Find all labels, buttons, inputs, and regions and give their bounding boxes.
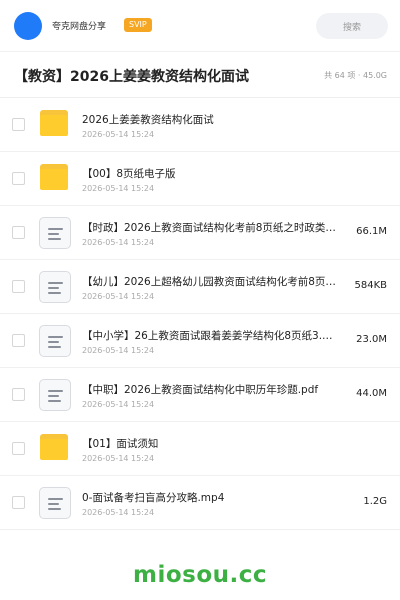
file-date: 2026-05-14 15:24 [82, 508, 155, 517]
folder-title-row: 【教资】2026上姜姜教资结构化面试 共 64 项 · 45.0G [0, 52, 400, 98]
document-icon [39, 379, 71, 411]
folder-meta: 共 64 项 · 45.0G [324, 71, 387, 80]
file-date: 2026-05-14 15:24 [82, 346, 155, 355]
select-checkbox[interactable] [12, 442, 25, 455]
file-name: 【时政】2026上教资面试结构化考前8页纸之时政类… [82, 222, 336, 234]
file-row[interactable]: 【中小学】26上教资面试跟着姜姜学结构化8页纸3.… 2026-05-14 15:… [0, 314, 400, 368]
select-checkbox[interactable] [12, 334, 25, 347]
file-date: 2026-05-14 15:24 [82, 184, 155, 193]
document-icon [39, 271, 71, 303]
select-checkbox[interactable] [12, 226, 25, 239]
select-checkbox[interactable] [12, 172, 25, 185]
file-name: 【中职】2026上教资面试结构化中职历年珍题.pdf [82, 384, 319, 396]
page-title: 【教资】2026上姜姜教资结构化面试 [14, 69, 249, 85]
file-date: 2026-05-14 15:24 [82, 400, 155, 409]
file-list: 2026上姜姜教资结构化面试 2026-05-14 15:24 【00】8页纸电子版… [0, 98, 400, 530]
file-name: 【00】8页纸电子版 [82, 168, 176, 180]
file-row[interactable]: 【中职】2026上教资面试结构化中职历年珍题.pdf 2026-05-14 15:… [0, 368, 400, 422]
file-row[interactable]: 0-面试备考扫盲高分攻略.mp4 2026-05-14 15:24 1.2G [0, 476, 400, 530]
file-row[interactable]: 【00】8页纸电子版 2026-05-14 15:24 [0, 152, 400, 206]
file-name: 【中小学】26上教资面试跟着姜姜学结构化8页纸3.… [82, 330, 333, 342]
file-date: 2026-05-14 15:24 [82, 292, 155, 301]
svip-badge: SVIP [124, 18, 152, 32]
file-size: 1.2G [363, 496, 387, 507]
file-size: 584KB [354, 280, 387, 291]
file-date: 2026-05-14 15:24 [82, 454, 155, 463]
file-size: 23.0M [356, 334, 387, 345]
file-name: 2026上姜姜教资结构化面试 [82, 114, 214, 126]
file-date: 2026-05-14 15:24 [82, 238, 155, 247]
file-row[interactable]: 2026上姜姜教资结构化面试 2026-05-14 15:24 [0, 98, 400, 152]
file-row[interactable]: 【时政】2026上教资面试结构化考前8页纸之时政类… 2026-05-14 15:… [0, 206, 400, 260]
select-checkbox[interactable] [12, 280, 25, 293]
file-row[interactable]: 【01】面试须知 2026-05-14 15:24 [0, 422, 400, 476]
document-icon [39, 325, 71, 357]
folder-icon [40, 164, 68, 190]
file-name: 【幼儿】2026上超格幼儿园教资面试结构化考前8页… [82, 276, 336, 288]
avatar[interactable] [14, 12, 42, 40]
file-date: 2026-05-14 15:24 [82, 130, 155, 139]
user-name[interactable]: 夸克网盘分享 [52, 19, 106, 32]
search-input[interactable]: 搜索 [316, 13, 388, 39]
watermark: miosou.cc [132, 562, 268, 588]
select-checkbox[interactable] [12, 496, 25, 509]
select-checkbox[interactable] [12, 118, 25, 131]
search-placeholder: 搜索 [342, 22, 361, 33]
document-icon [39, 487, 71, 519]
file-name: 0-面试备考扫盲高分攻略.mp4 [82, 492, 225, 504]
document-icon [39, 217, 71, 249]
file-row[interactable]: 【幼儿】2026上超格幼儿园教资面试结构化考前8页… 2026-05-14 15:… [0, 260, 400, 314]
folder-icon [40, 110, 68, 136]
file-size: 44.0M [356, 388, 387, 399]
folder-icon [40, 434, 68, 460]
select-checkbox[interactable] [12, 388, 25, 401]
file-name: 【01】面试须知 [82, 438, 159, 450]
file-size: 66.1M [356, 226, 387, 237]
app-header: 夸克网盘分享 SVIP 搜索 [0, 0, 400, 52]
